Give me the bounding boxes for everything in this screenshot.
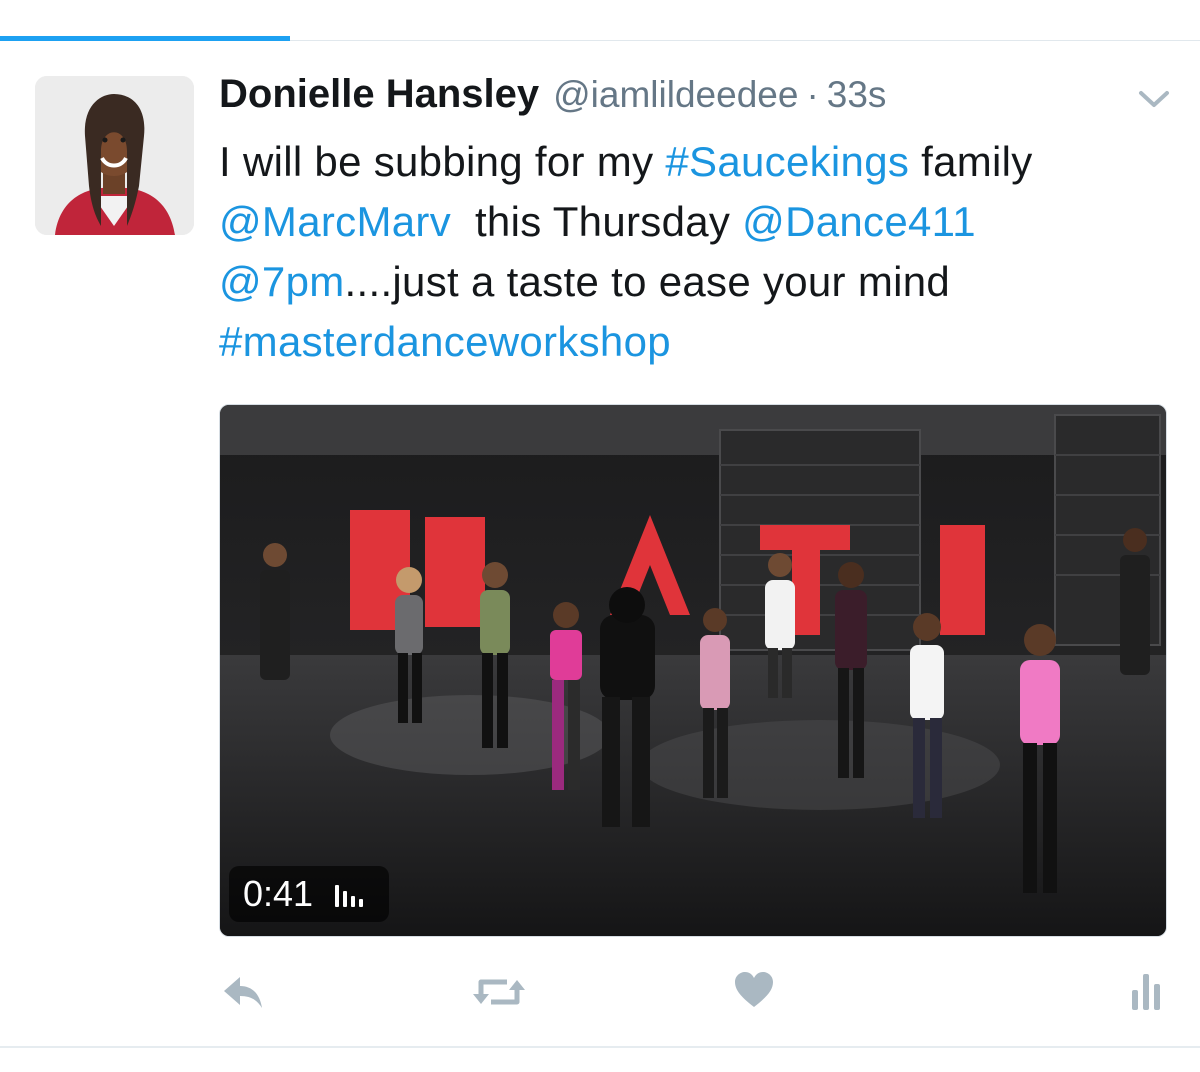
- hashtag-saucekings-link[interactable]: #Saucekings: [665, 138, 909, 185]
- author-name[interactable]: Donielle Hansley: [219, 72, 539, 117]
- header-separator: ·: [806, 74, 819, 115]
- tweet-text-line-2: @MarcMarv this Thursday @Dance411: [219, 192, 1179, 252]
- mention-marcmarv-link[interactable]: @MarcMarv: [219, 198, 451, 245]
- tweet-text: I will be subbing for my #Saucekings fam…: [219, 132, 1179, 372]
- video-duration: 0:41: [243, 873, 314, 914]
- volume-bars-icon: [335, 881, 364, 907]
- text-segment: ....just a taste to ease your mind: [344, 258, 951, 305]
- reply-icon[interactable]: [220, 970, 266, 1014]
- hashtag-masterdanceworkshop-link[interactable]: #masterdanceworkshop: [219, 318, 671, 365]
- video-thumbnail: [220, 405, 1166, 936]
- loading-progress-bar: [0, 36, 290, 41]
- analytics-icon[interactable]: [1130, 970, 1164, 1012]
- heart-icon[interactable]: [733, 970, 775, 1010]
- tweet-header: Donielle Hansley @iamlildeedee · 33s: [219, 72, 886, 124]
- avatar-image: [35, 76, 194, 235]
- mention-dance411-link[interactable]: @Dance411: [742, 198, 976, 245]
- author-handle[interactable]: @iamlildeedee: [553, 74, 798, 116]
- retweet-icon[interactable]: [471, 970, 527, 1014]
- video-player[interactable]: [219, 404, 1167, 937]
- text-segment: this Thursday: [451, 198, 743, 245]
- text-segment: family: [909, 138, 1033, 185]
- chevron-down-icon[interactable]: [1137, 88, 1171, 110]
- tweet-timestamp[interactable]: 33s: [827, 74, 887, 116]
- tweet-text-line-4: #masterdanceworkshop: [219, 312, 1179, 372]
- tweet-text-line-1: I will be subbing for my #Saucekings fam…: [219, 132, 1179, 192]
- text-segment: I will be subbing for my: [219, 138, 666, 185]
- video-duration-badge: 0:41: [229, 866, 389, 922]
- avatar[interactable]: [35, 76, 194, 235]
- mention-7pm-link[interactable]: @7pm: [219, 258, 345, 305]
- tweet-divider: [0, 1046, 1200, 1048]
- tweet-text-line-3: @7pm....just a taste to ease your mind: [219, 252, 1179, 312]
